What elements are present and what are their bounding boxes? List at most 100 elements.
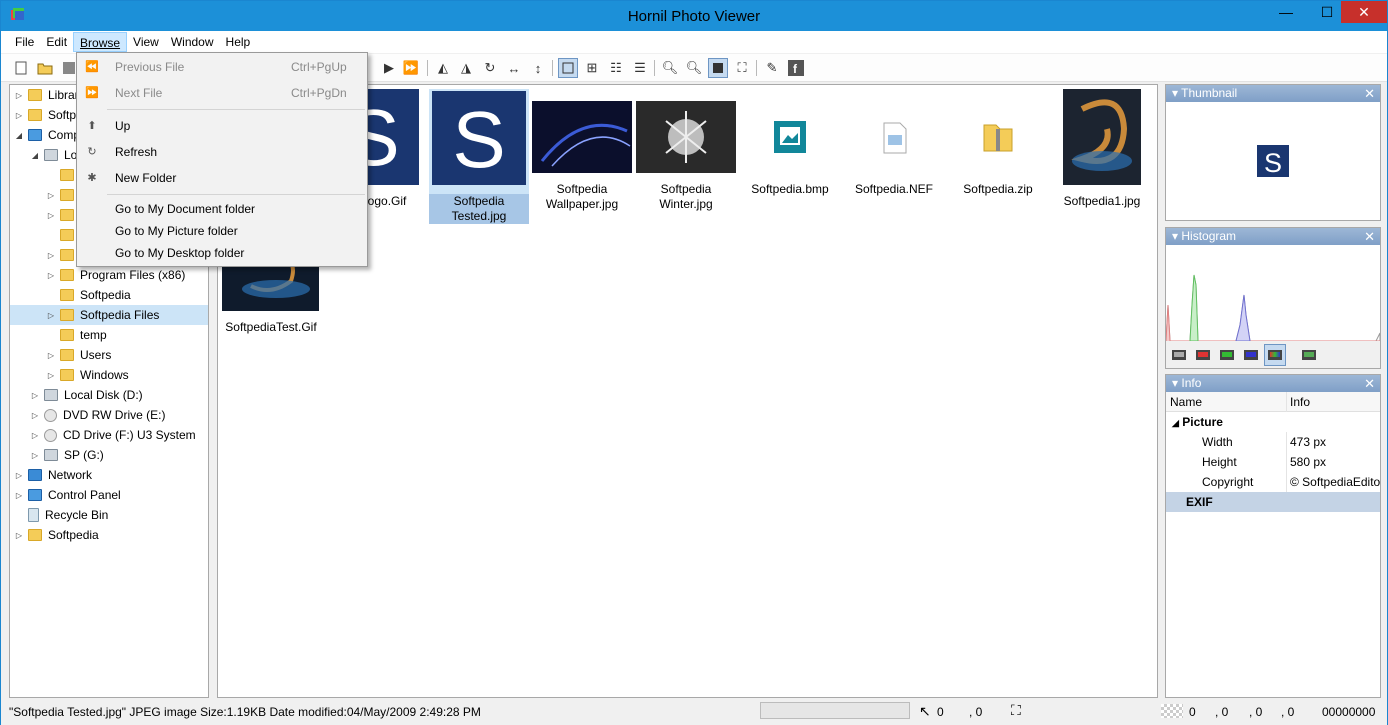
expand-arrow-icon[interactable]: ▷ xyxy=(46,191,56,200)
menu-window[interactable]: Window xyxy=(165,32,220,52)
thumbnail-item[interactable]: Softpedia.NEF xyxy=(844,101,944,197)
menu-item-up[interactable]: ⬆ Up xyxy=(77,115,367,137)
tree-item[interactable]: ▷ Network xyxy=(10,465,208,485)
menu-browse[interactable]: Browse xyxy=(73,32,128,52)
tree-item-label: Users xyxy=(80,348,112,362)
info-group-exif[interactable]: EXIF xyxy=(1166,492,1380,512)
new-icon[interactable] xyxy=(11,58,31,78)
fit-size-icon: ⛶ xyxy=(1011,702,1021,718)
flip-horizontal-icon[interactable]: ↔ xyxy=(504,58,524,78)
next-icon: ⏩ xyxy=(85,87,99,99)
tree-item[interactable]: ▷ Users xyxy=(10,345,208,365)
folder-icon xyxy=(60,229,74,241)
channel-green-icon[interactable] xyxy=(1216,344,1238,366)
tree-item[interactable]: ▷ Softpedia Files xyxy=(10,305,208,325)
tree-item[interactable]: ▷ Control Panel xyxy=(10,485,208,505)
column-info: Info xyxy=(1286,392,1380,412)
last-image-icon[interactable]: ⏩ xyxy=(401,58,421,78)
thumbnail-item[interactable]: Softpedia Winter.jpg xyxy=(636,101,736,212)
edit-tool-icon[interactable]: ✎ xyxy=(762,58,782,78)
info-group-picture[interactable]: ◢ Picture xyxy=(1166,412,1380,432)
flip-vertical-icon[interactable]: ↕ xyxy=(528,58,548,78)
view-grid-icon[interactable]: ⊞ xyxy=(582,58,602,78)
menu-view[interactable]: View xyxy=(127,32,165,52)
expand-arrow-icon[interactable]: ▷ xyxy=(30,431,40,440)
menu-item-new-folder[interactable]: ✱ New Folder xyxy=(77,167,367,189)
expand-arrow-icon[interactable]: ▷ xyxy=(46,371,56,380)
expand-arrow-icon[interactable]: ▷ xyxy=(14,491,24,500)
menu-item-my-pictures[interactable]: Go to My Picture folder xyxy=(77,220,367,242)
tree-item[interactable]: ▷ Windows xyxy=(10,365,208,385)
close-panel-icon[interactable]: ✕ xyxy=(1364,375,1375,392)
thumbnail-item[interactable]: Softpedia.zip xyxy=(948,101,1048,197)
channel-red-icon[interactable] xyxy=(1192,344,1214,366)
expand-arrow-icon[interactable]: ▷ xyxy=(30,391,40,400)
expand-arrow-icon[interactable]: ▷ xyxy=(46,351,56,360)
close-panel-icon[interactable]: ✕ xyxy=(1364,85,1375,102)
menu-file[interactable]: File xyxy=(9,32,40,52)
rotate-right-icon[interactable]: ◮ xyxy=(456,58,476,78)
panel-title: Histogram xyxy=(1181,229,1237,243)
tree-item[interactable]: ▷ Program Files (x86) xyxy=(10,265,208,285)
expand-arrow-icon[interactable]: ▷ xyxy=(46,251,56,260)
thumbnail-item[interactable]: Softpedia1.jpg xyxy=(1052,89,1152,209)
thumbnail-caption: Softpedia.NEF xyxy=(854,182,934,196)
expand-arrow-icon[interactable]: ▷ xyxy=(30,411,40,420)
maximize-button[interactable]: ☐ xyxy=(1312,1,1342,23)
close-button[interactable]: ✕ xyxy=(1341,1,1387,23)
expand-arrow-icon[interactable]: ◢ xyxy=(30,151,40,160)
thumbnail-item[interactable]: Softpedia.bmp xyxy=(740,101,840,197)
channel-rgb-icon[interactable] xyxy=(1264,344,1286,366)
expand-arrow-icon[interactable]: ▷ xyxy=(14,471,24,480)
next-image-icon[interactable]: ▶ xyxy=(379,58,399,78)
channel-blue-icon[interactable] xyxy=(1240,344,1262,366)
zoom-out-icon[interactable]: 🔍︎ xyxy=(684,58,704,78)
expand-arrow-icon[interactable]: ◢ xyxy=(14,131,24,140)
menu-help[interactable]: Help xyxy=(220,32,257,52)
fit-window-icon[interactable] xyxy=(708,58,728,78)
histogram-chart xyxy=(1166,274,1380,341)
tree-item[interactable]: ▷ SP (G:) xyxy=(10,445,208,465)
tree-item[interactable]: Recycle Bin xyxy=(10,505,208,525)
channel-gray-icon[interactable] xyxy=(1168,344,1190,366)
rotate-left-icon[interactable]: ◭ xyxy=(433,58,453,78)
menu-item-next-file[interactable]: ⏩ Next File Ctrl+PgDn xyxy=(77,82,367,104)
menu-item-previous-file[interactable]: ⏪ Previous File Ctrl+PgUp xyxy=(77,56,367,78)
tree-item-label: SP (G:) xyxy=(64,448,104,462)
thumbnail-item[interactable]: Softpedia Wallpaper.jpg xyxy=(532,101,632,212)
tree-item[interactable]: ▷ Softpedia xyxy=(10,525,208,545)
minimize-button[interactable]: — xyxy=(1271,1,1301,23)
expand-arrow-icon[interactable]: ▷ xyxy=(46,211,56,220)
close-panel-icon[interactable]: ✕ xyxy=(1364,228,1375,245)
tree-item[interactable]: temp xyxy=(10,325,208,345)
view-details-icon[interactable]: ☷ xyxy=(606,58,626,78)
tree-item[interactable]: ▷ DVD RW Drive (E:) xyxy=(10,405,208,425)
tree-item[interactable]: Softpedia xyxy=(10,285,208,305)
expand-arrow-icon[interactable]: ▷ xyxy=(14,531,24,540)
channel-settings-icon[interactable] xyxy=(1298,344,1320,366)
rotate-free-icon[interactable]: ↻ xyxy=(480,58,500,78)
menu-item-my-documents[interactable]: Go to My Document folder xyxy=(77,198,367,220)
expand-arrow-icon[interactable]: ▷ xyxy=(30,451,40,460)
expand-arrow-icon[interactable]: ▷ xyxy=(46,311,56,320)
tree-item[interactable]: ▷ CD Drive (F:) U3 System xyxy=(10,425,208,445)
group-label: Picture xyxy=(1182,415,1223,429)
open-folder-icon[interactable] xyxy=(35,58,55,78)
expand-arrow-icon[interactable]: ▷ xyxy=(14,111,24,120)
tree-item[interactable]: ▷ Local Disk (D:) xyxy=(10,385,208,405)
view-single-icon[interactable] xyxy=(558,58,578,78)
thumbnail-item-selected[interactable]: S Softpedia Tested.jpg xyxy=(429,89,529,224)
zoom-in-icon[interactable]: 🔍︎ xyxy=(660,58,680,78)
recycle-bin-icon xyxy=(28,508,39,522)
window-title: Hornil Photo Viewer xyxy=(627,8,761,25)
menu-item-refresh[interactable]: ↻ Refresh xyxy=(77,141,367,163)
expand-arrow-icon[interactable]: ▷ xyxy=(14,91,24,100)
view-list-icon[interactable]: ☰ xyxy=(630,58,650,78)
facebook-icon[interactable]: f xyxy=(786,58,806,78)
thumbnail-caption: Softpedia Tested.jpg xyxy=(429,194,529,224)
menu-item-my-desktop[interactable]: Go to My Desktop folder xyxy=(77,242,367,264)
fullscreen-icon[interactable]: ⛶ xyxy=(732,58,752,78)
expand-arrow-icon[interactable]: ▷ xyxy=(46,271,56,280)
status-bar: "Softpedia Tested.jpg" JPEG image Size:1… xyxy=(1,699,1387,725)
menu-edit[interactable]: Edit xyxy=(40,32,73,52)
